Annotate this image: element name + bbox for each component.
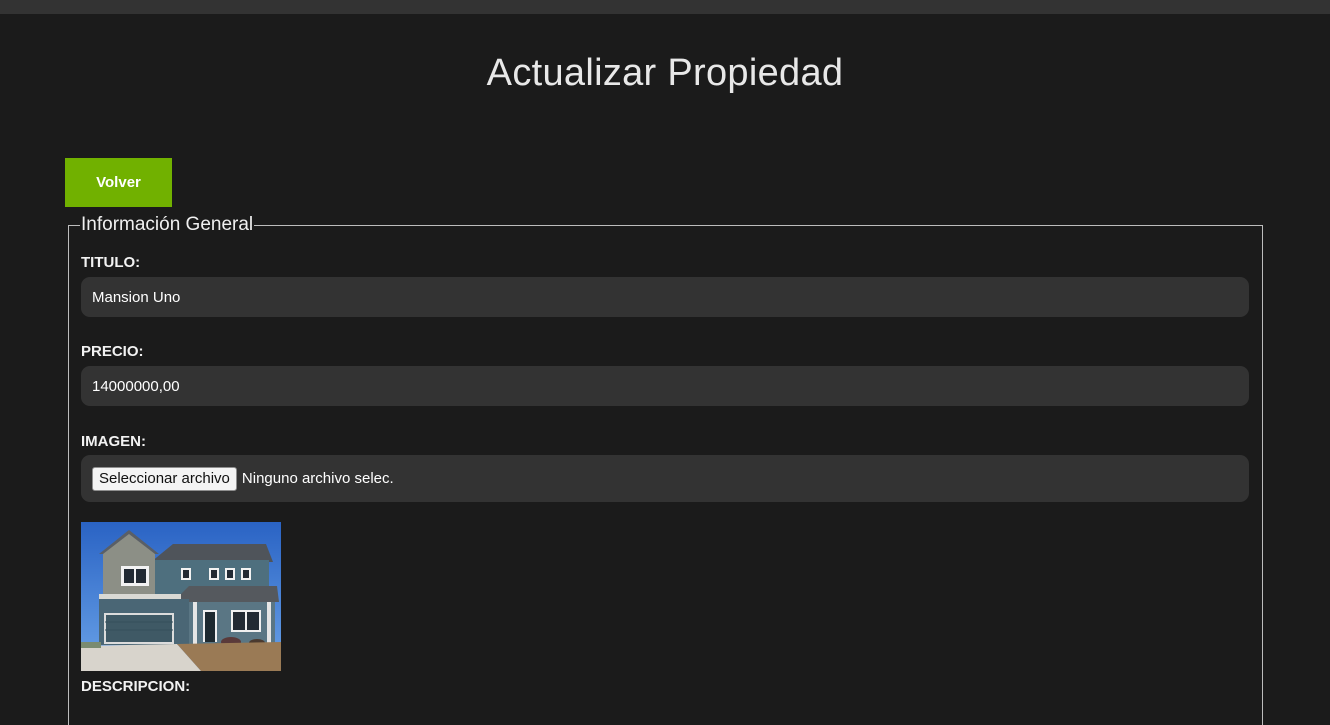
precio-label: PRECIO: (81, 343, 144, 360)
house-photo-icon (81, 522, 281, 671)
top-bar (0, 0, 1330, 14)
imagen-file-input[interactable]: Seleccionar archivo Ninguno archivo sele… (81, 455, 1249, 502)
back-button[interactable]: Volver (65, 158, 172, 207)
select-file-button[interactable]: Seleccionar archivo (92, 466, 237, 491)
titulo-input[interactable]: Mansion Uno (81, 277, 1249, 317)
precio-input[interactable]: 14000000,00 (81, 366, 1249, 406)
descripcion-label: DESCRIPCION: (81, 678, 191, 695)
titulo-label: TITULO: (81, 254, 141, 271)
property-image-preview (81, 522, 281, 671)
imagen-label: IMAGEN: (81, 433, 146, 450)
fieldset-legend: Información General (80, 214, 255, 236)
file-status-text: Ninguno archivo selec. (241, 470, 394, 487)
page-title: Actualizar Propiedad (486, 52, 844, 94)
